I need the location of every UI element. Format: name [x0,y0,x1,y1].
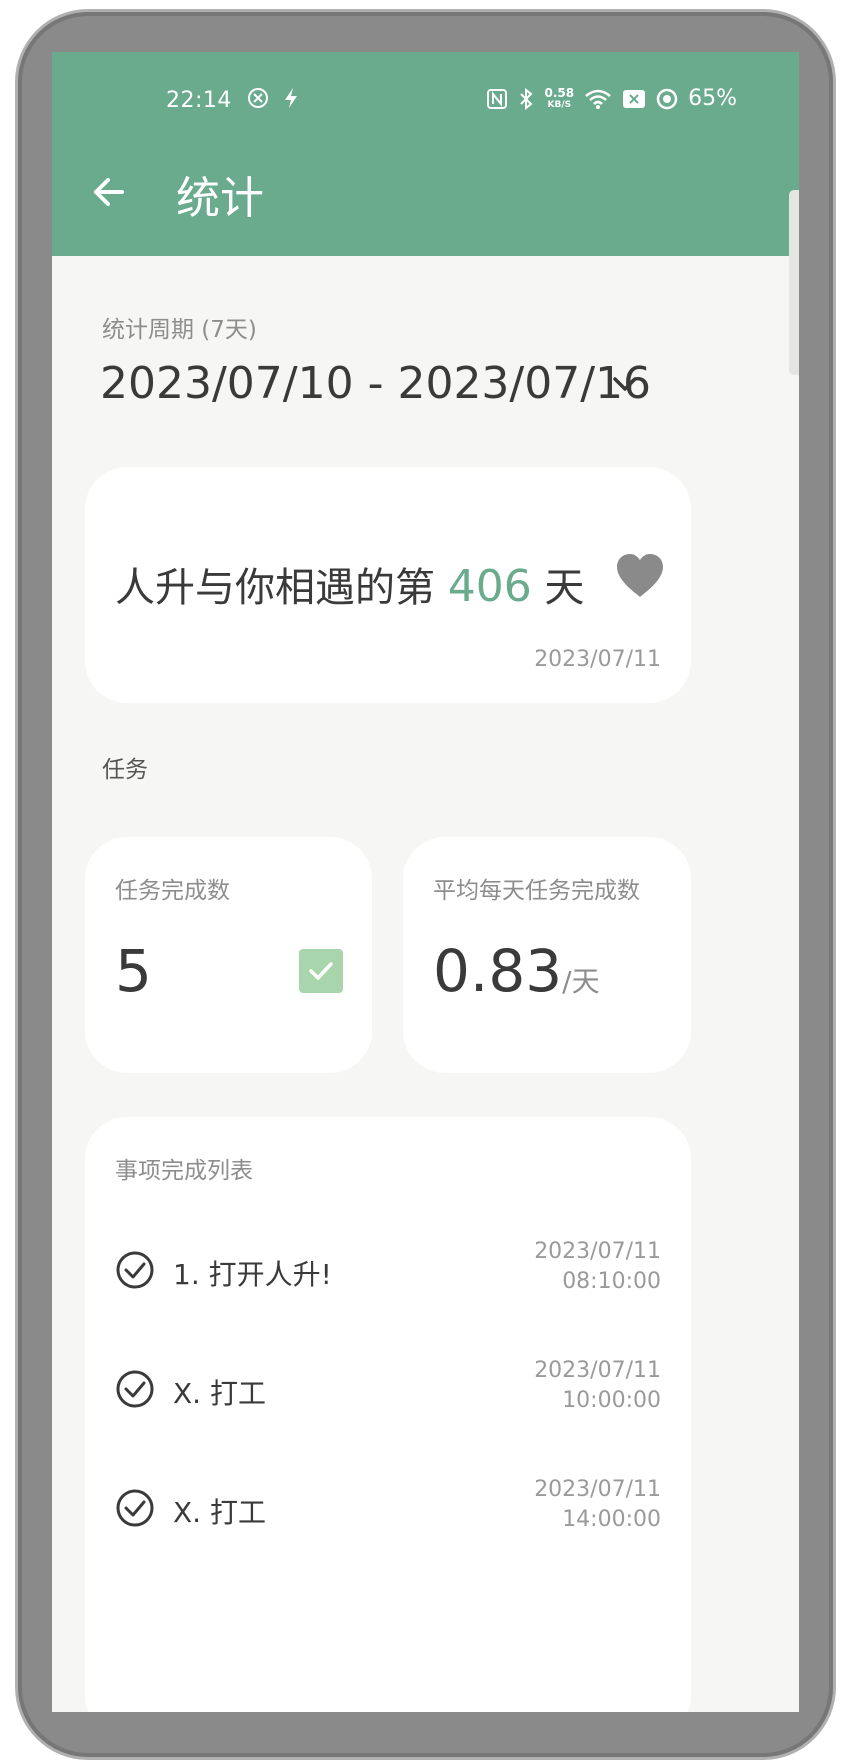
average-card: 平均每天任务完成数 0.83/天 [403,837,691,1073]
list-item[interactable]: 1. 打开人升! 2023/07/11 08:10:00 [115,1237,661,1307]
average-value: 0.83/天 [433,937,600,1005]
item-timestamp: 2023/07/11 08:10:00 [534,1239,661,1294]
bluetooth-icon [518,87,534,111]
status-time: 22:14 [166,88,232,113]
no-sim-icon [622,89,646,109]
status-bar: 22:14 0.58 KB/S 65% [52,82,799,122]
heart-icon[interactable] [615,553,665,603]
item-name: 1. 打开人升! [173,1258,332,1291]
app-bar: 22:14 0.58 KB/S 65% 统计 [52,52,799,256]
average-label: 平均每天任务完成数 [433,878,640,904]
battery-level: 65% [688,86,737,111]
completion-list-title: 事项完成列表 [115,1158,253,1184]
completed-count-label: 任务完成数 [115,878,230,904]
check-circle-icon [115,1488,155,1532]
check-circle-icon [115,1250,155,1294]
completion-list-card: 事项完成列表 1. 打开人升! 2023/07/11 08:10:00 X. 打… [85,1117,691,1712]
check-badge-icon [299,949,343,993]
period-label: 统计周期 (7天) [102,317,257,343]
wifi-icon [584,88,612,110]
period-selector[interactable]: 2023/07/10 - 2023/07/16 [100,358,651,409]
list-item[interactable]: X. 打工 2023/07/11 10:00:00 [115,1356,661,1426]
list-item[interactable]: X. 打工 2023/07/11 14:00:00 [115,1475,661,1545]
section-title-tasks: 任务 [102,757,148,783]
notification-icon [246,86,270,110]
network-speed: 0.58 KB/S [544,85,575,110]
encounter-card: 人升与你相遇的第 406 天 2023/07/11 [85,467,691,703]
nfc-icon [486,88,508,110]
completed-count-card: 任务完成数 5 [85,837,372,1073]
charging-icon [282,86,300,110]
item-name: X. 打工 [173,1377,266,1410]
item-name: X. 打工 [173,1496,266,1529]
page-title: 统计 [176,173,264,224]
completed-count-value: 5 [115,937,152,1005]
encounter-date: 2023/07/11 [534,647,661,672]
average-unit: /天 [562,965,600,998]
screen: 22:14 0.58 KB/S 65% 统计 统计周期 (7天) 2023/07… [52,52,799,1712]
back-button[interactable] [88,170,132,214]
encounter-days: 406 [447,561,532,612]
chevron-down-icon[interactable] [610,374,640,398]
scrollbar[interactable] [789,190,799,375]
item-timestamp: 2023/07/11 10:00:00 [534,1358,661,1413]
arrow-left-icon [94,178,124,206]
check-circle-icon [115,1369,155,1413]
battery-icon [656,88,678,110]
item-timestamp: 2023/07/11 14:00:00 [534,1477,661,1532]
encounter-text: 人升与你相遇的第 406 天 [115,561,585,612]
